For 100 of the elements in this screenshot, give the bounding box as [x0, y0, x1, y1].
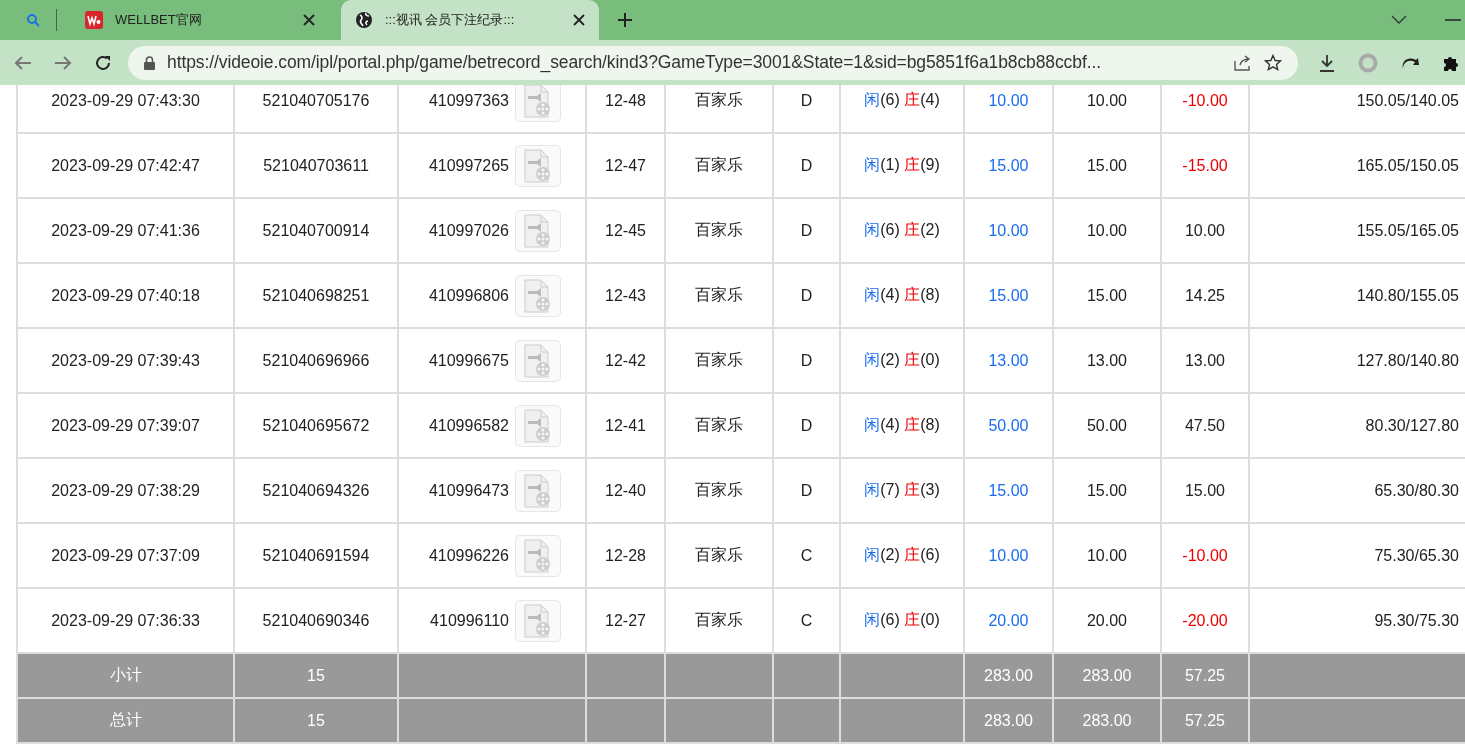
- total-label-cell: 小计: [17, 653, 234, 698]
- bet-time-cell: 2023-09-29 07:43:30: [17, 85, 234, 133]
- bet-time-cell: 2023-09-29 07:41:36: [17, 198, 234, 263]
- round-number: 410996675: [428, 351, 509, 370]
- video-file-button[interactable]: [515, 274, 561, 317]
- win-loss-cell: 13.00: [1161, 328, 1249, 393]
- bet-time-cell: 2023-09-29 07:42:47: [17, 133, 234, 198]
- bet-number-cell: 521040703611: [234, 133, 398, 198]
- result-cell: 闲(2) 庄(0): [840, 328, 964, 393]
- bet-number-cell: 521040696966: [234, 328, 398, 393]
- search-icon[interactable]: [26, 13, 40, 27]
- round-number: 410997363: [428, 91, 509, 110]
- globe-icon: [355, 11, 373, 29]
- video-file-button[interactable]: [515, 85, 561, 122]
- round-number: 410996582: [428, 416, 509, 435]
- bet-amount-cell: 13.00: [964, 328, 1053, 393]
- win-total-cell: 57.25: [1161, 653, 1249, 698]
- game-cell: 百家乐: [665, 328, 773, 393]
- shoe-cell: 12-43: [586, 263, 665, 328]
- shoe-cell: 12-40: [586, 458, 665, 523]
- result-cell: 闲(2) 庄(6): [840, 523, 964, 588]
- back-icon[interactable]: [14, 54, 32, 71]
- bet-amount-cell: 15.00: [964, 263, 1053, 328]
- game-cell: 百家乐: [665, 263, 773, 328]
- table-cell: D: [773, 198, 840, 263]
- bet-number-cell: 521040694326: [234, 458, 398, 523]
- video-file-button[interactable]: [515, 534, 561, 577]
- bet-amount-cell: 10.00: [964, 523, 1053, 588]
- round-number: 410996226: [428, 546, 509, 565]
- tab-title: :::视讯 会员下注纪录:::: [385, 11, 516, 29]
- win-loss-cell: 47.50: [1161, 393, 1249, 458]
- win-loss-cell: -15.00: [1161, 133, 1249, 198]
- game-cell: 百家乐: [665, 458, 773, 523]
- win-loss-cell: 10.00: [1161, 198, 1249, 263]
- game-cell: 百家乐: [665, 198, 773, 263]
- round-number: 410997265: [428, 156, 509, 175]
- browser-tab[interactable]: WELLBET官网: [71, 0, 329, 40]
- result-cell: 闲(7) 庄(3): [840, 458, 964, 523]
- result-cell: 闲(6) 庄(2): [840, 198, 964, 263]
- star-icon[interactable]: [1264, 53, 1282, 72]
- bet-amount-cell: 15.00: [964, 133, 1053, 198]
- shoe-cell: 12-47: [586, 133, 665, 198]
- bet-amount-cell: 15.00: [964, 458, 1053, 523]
- game-cell: 百家乐: [665, 523, 773, 588]
- shoe-cell: 12-41: [586, 393, 665, 458]
- video-file-button[interactable]: [515, 209, 561, 252]
- valid-bet-cell: 10.00: [1053, 523, 1161, 588]
- bet-number-cell: 521040698251: [234, 263, 398, 328]
- table-cell: D: [773, 328, 840, 393]
- game-cell: 百家乐: [665, 393, 773, 458]
- table-cell: D: [773, 263, 840, 328]
- bet-number-cell: 521040705176: [234, 85, 398, 133]
- win-loss-cell: 14.25: [1161, 263, 1249, 328]
- video-file-button[interactable]: [515, 339, 561, 382]
- bet-number-cell: 521040691594: [234, 523, 398, 588]
- bet-amount-cell: 10.00: [964, 85, 1053, 133]
- bet-time-cell: 2023-09-29 07:39:43: [17, 328, 234, 393]
- round-number: 410996110: [430, 611, 509, 630]
- bet-total-cell: 283.00: [964, 698, 1053, 743]
- valid-bet-cell: 13.00: [1053, 328, 1161, 393]
- site-logo-icon: [85, 11, 103, 29]
- valid-total-cell: 283.00: [1053, 698, 1161, 743]
- forward-icon[interactable]: [54, 54, 72, 71]
- bet-amount-cell: 50.00: [964, 393, 1053, 458]
- round-number: 410996473: [428, 481, 509, 500]
- shoe-cell: 12-48: [586, 85, 665, 133]
- download-icon[interactable]: [1318, 53, 1336, 72]
- table-cell: D: [773, 393, 840, 458]
- bet-number-cell: 521040700914: [234, 198, 398, 263]
- count-cell: 15: [234, 698, 398, 743]
- table-cell: D: [773, 85, 840, 133]
- shoe-cell: 12-28: [586, 523, 665, 588]
- close-icon[interactable]: [303, 14, 315, 26]
- bet-time-cell: 2023-09-29 07:40:18: [17, 263, 234, 328]
- new-tab-icon[interactable]: [617, 12, 633, 28]
- round-number: 410996806: [428, 286, 509, 305]
- win-loss-cell: 15.00: [1161, 458, 1249, 523]
- video-file-button[interactable]: [515, 404, 561, 447]
- video-file-button[interactable]: [515, 144, 561, 187]
- video-file-button[interactable]: [515, 469, 561, 512]
- valid-bet-cell: 15.00: [1053, 133, 1161, 198]
- shoe-cell: 12-45: [586, 198, 665, 263]
- bet-time-cell: 2023-09-29 07:37:09: [17, 523, 234, 588]
- win-loss-cell: -10.00: [1161, 523, 1249, 588]
- chevron-down-icon[interactable]: [1391, 15, 1407, 25]
- round-number: 410997026: [428, 221, 509, 240]
- video-file-button[interactable]: [515, 599, 561, 642]
- result-cell: 闲(4) 庄(8): [840, 393, 964, 458]
- valid-total-cell: 283.00: [1053, 653, 1161, 698]
- count-cell: 15: [234, 653, 398, 698]
- share-icon[interactable]: [1234, 54, 1252, 71]
- reload-icon[interactable]: [94, 53, 112, 72]
- close-icon[interactable]: [573, 14, 585, 26]
- ring-icon[interactable]: [1358, 52, 1378, 73]
- valid-bet-cell: 50.00: [1053, 393, 1161, 458]
- valid-bet-cell: 10.00: [1053, 198, 1161, 263]
- browser-tab[interactable]: :::视讯 会员下注纪录:::: [341, 0, 599, 40]
- bet-number-cell: 521040695672: [234, 393, 398, 458]
- address-bar[interactable]: https://videoie.com/ipl/portal.php/game/betrecord_search/kind3?GameType=3001&State=1&sid=bg5851f6a1b8cb88ccbf...: [128, 45, 1298, 80]
- bet-time-cell: 2023-09-29 07:38:29: [17, 458, 234, 523]
